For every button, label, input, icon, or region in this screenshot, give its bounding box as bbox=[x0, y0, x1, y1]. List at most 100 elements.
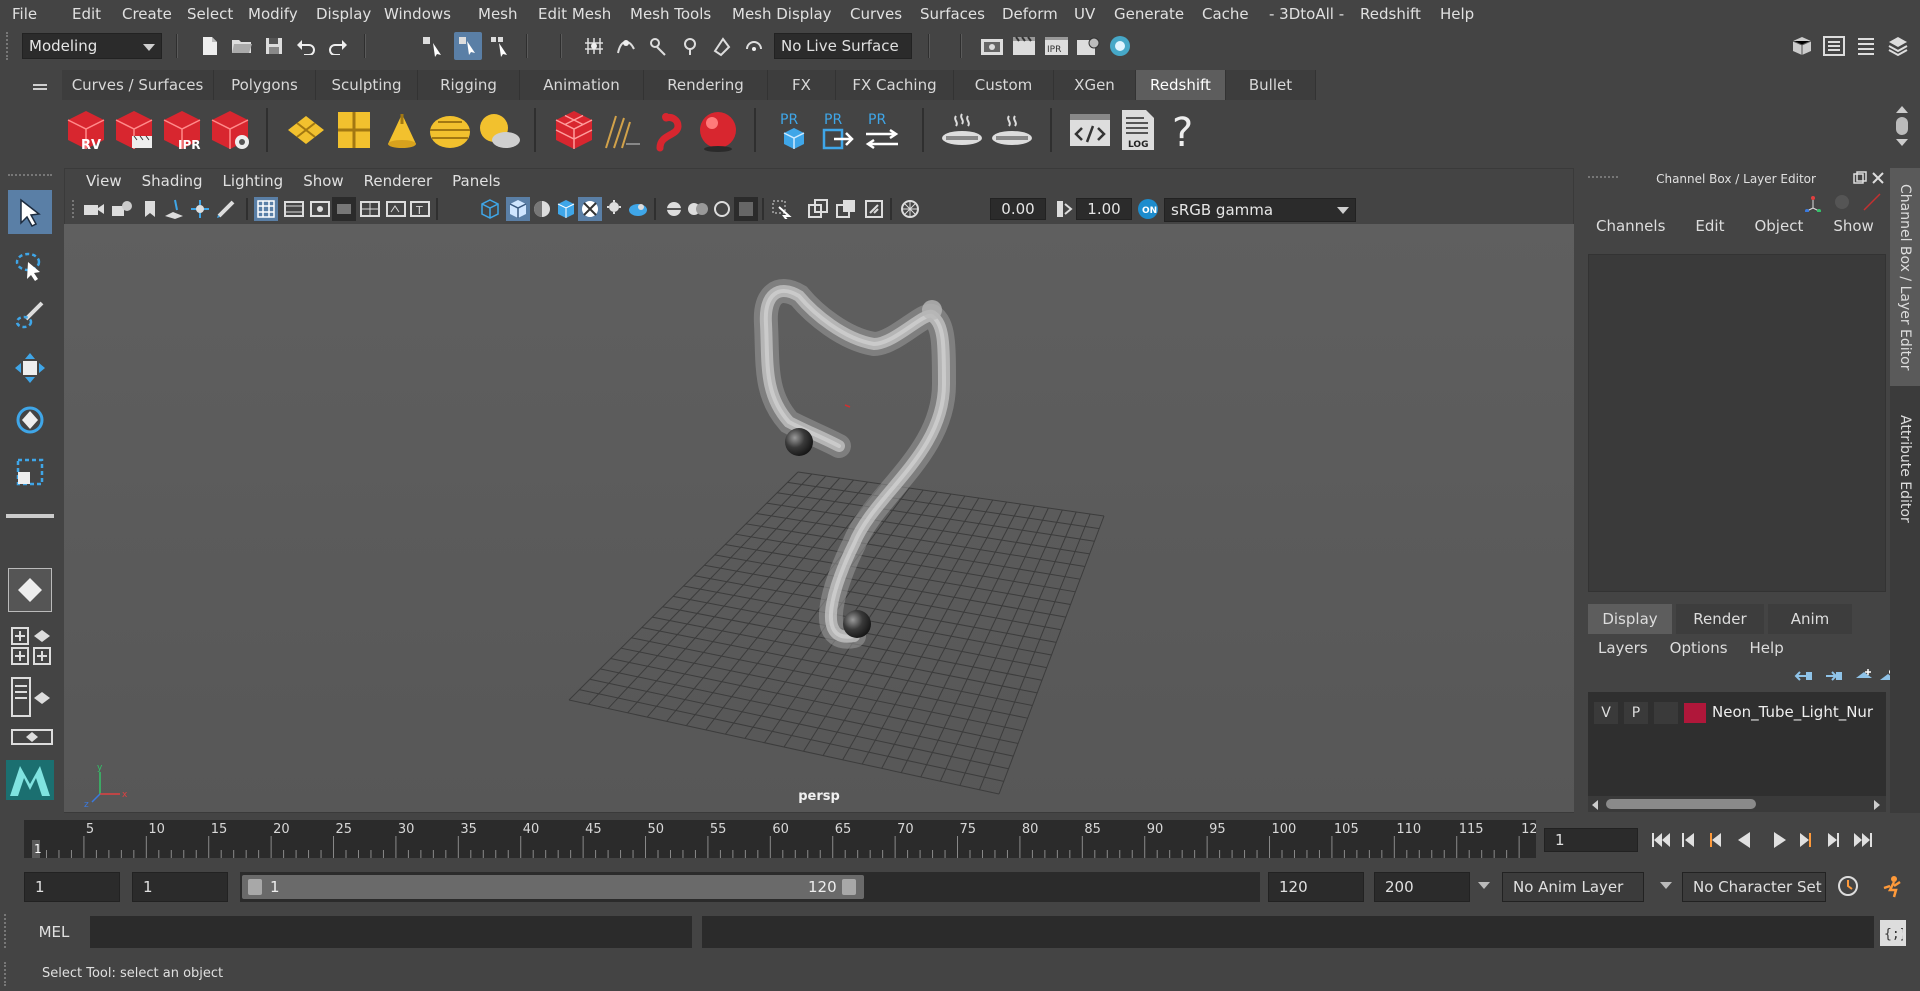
redshift-portal-light-icon[interactable] bbox=[332, 108, 376, 152]
paint-select-tool-icon[interactable] bbox=[8, 294, 52, 338]
redshift-proxy-icon[interactable] bbox=[552, 108, 596, 152]
snap-grid-icon[interactable] bbox=[582, 34, 606, 58]
step-forward-key-icon[interactable] bbox=[1800, 833, 1811, 847]
menu-uv[interactable]: UV bbox=[1064, 5, 1105, 23]
channel-box-toggle-icon[interactable] bbox=[1822, 34, 1846, 58]
hypershade-icon[interactable] bbox=[1108, 34, 1132, 58]
tab-channel-box[interactable]: Channel Box / Layer Editor bbox=[1890, 168, 1920, 386]
screen-space-ao-icon[interactable] bbox=[626, 197, 650, 221]
play-forward-icon[interactable] bbox=[1774, 832, 1786, 848]
shelf-tab-curves-surfaces[interactable]: Curves / Surfaces bbox=[62, 70, 214, 100]
motion-blur-icon[interactable] bbox=[662, 197, 686, 221]
menu-create[interactable]: Create bbox=[112, 5, 182, 23]
range-slider-start-grip[interactable] bbox=[248, 879, 262, 895]
shelf-tab-rendering[interactable]: Rendering bbox=[644, 70, 768, 100]
render-view-icon[interactable] bbox=[980, 34, 1004, 58]
shelf-tab-animation[interactable]: Animation bbox=[520, 70, 644, 100]
step-back-key-icon[interactable] bbox=[1710, 833, 1721, 847]
redshift-render-view-icon[interactable]: RV bbox=[64, 108, 108, 153]
chevron-down-icon[interactable] bbox=[1478, 882, 1490, 889]
snap-point-icon[interactable] bbox=[646, 34, 670, 58]
channel-box-menu-edit[interactable]: Edit bbox=[1695, 217, 1724, 235]
snap-view-plane-icon[interactable] bbox=[710, 34, 734, 58]
film-gate-icon[interactable] bbox=[282, 197, 306, 221]
auto-key-icon[interactable] bbox=[1836, 874, 1860, 898]
chevron-down-icon[interactable] bbox=[1660, 882, 1672, 889]
layer-row[interactable]: V P Neon_Tube_Light_Nur bbox=[1594, 702, 1886, 726]
go-to-end-icon[interactable] bbox=[1854, 833, 1872, 847]
start-time-field[interactable]: 1 bbox=[24, 872, 120, 902]
shelf-tab-bullet[interactable]: Bullet bbox=[1226, 70, 1316, 100]
maya-logo-icon[interactable] bbox=[6, 760, 54, 800]
viewport-menu-view[interactable]: View bbox=[76, 172, 132, 190]
layer-menu-options[interactable]: Options bbox=[1670, 639, 1728, 657]
undo-icon[interactable] bbox=[294, 34, 318, 58]
mode-menu[interactable]: Modeling bbox=[22, 33, 162, 59]
layout-more-icon[interactable] bbox=[10, 728, 54, 752]
layer-tab-render[interactable]: Render bbox=[1676, 604, 1764, 634]
redshift-curve-icon[interactable] bbox=[648, 108, 692, 152]
grid-toggle-icon[interactable] bbox=[254, 197, 278, 221]
image-plane-icon[interactable] bbox=[162, 197, 186, 221]
shelf-tab-custom[interactable]: Custom bbox=[954, 70, 1054, 100]
grip-handle[interactable] bbox=[6, 32, 18, 60]
time-slider-track[interactable]: 5 10 15 20 25 30 35 40 45 50 55 60 65 70 75 80 85 90 95 100… bbox=[24, 820, 1538, 858]
redshift-render-options-icon[interactable] bbox=[208, 108, 252, 152]
shelf-tab-sculpting[interactable]: Sculpting bbox=[316, 70, 418, 100]
snap-projected-center-icon[interactable] bbox=[678, 34, 702, 58]
move-tool-icon[interactable] bbox=[8, 346, 52, 390]
xray-joints-icon[interactable] bbox=[806, 197, 830, 221]
field-chart-icon[interactable] bbox=[358, 197, 382, 221]
wireframe-icon[interactable] bbox=[478, 197, 502, 221]
rotate-tool-icon[interactable] bbox=[8, 398, 52, 442]
channel-list[interactable] bbox=[1588, 254, 1886, 592]
live-surface-field[interactable]: No Live Surface bbox=[774, 33, 912, 59]
character-set-menu[interactable]: No Character Set bbox=[1682, 872, 1826, 902]
redshift-log-icon[interactable]: LOG bbox=[1116, 108, 1160, 152]
bookmark-icon[interactable] bbox=[138, 197, 162, 221]
resolution-gate-icon[interactable] bbox=[308, 197, 332, 221]
shelf-scroll[interactable] bbox=[1896, 106, 1908, 156]
render-frame-icon[interactable] bbox=[1012, 34, 1036, 58]
shelf-tab-redshift[interactable]: Redshift bbox=[1136, 70, 1226, 100]
view-transform-toggle-icon[interactable]: ON bbox=[1136, 197, 1160, 221]
save-scene-icon[interactable] bbox=[262, 34, 286, 58]
tab-attribute-editor[interactable]: Attribute Editor bbox=[1890, 394, 1920, 544]
shadows-icon[interactable] bbox=[602, 197, 626, 221]
multisample-aa-icon[interactable] bbox=[686, 197, 710, 221]
viewport-menu-shading[interactable]: Shading bbox=[132, 172, 213, 190]
two-d-pan-icon[interactable] bbox=[188, 197, 212, 221]
depth-of-field-icon[interactable] bbox=[710, 197, 734, 221]
tool-settings-toggle-icon[interactable] bbox=[1854, 34, 1878, 58]
lasso-tool-icon[interactable] bbox=[8, 244, 52, 288]
menu-deform[interactable]: Deform bbox=[992, 5, 1068, 23]
step-forward-frame-icon[interactable] bbox=[1828, 833, 1839, 847]
animation-preferences-icon[interactable] bbox=[1880, 874, 1904, 898]
redshift-sun-sky-icon[interactable] bbox=[476, 108, 520, 152]
menu-redshift[interactable]: Redshift bbox=[1350, 5, 1431, 23]
float-panel-icon[interactable] bbox=[1852, 170, 1868, 186]
menu-file[interactable]: File bbox=[2, 5, 47, 23]
redo-icon[interactable] bbox=[326, 34, 350, 58]
menu-surfaces[interactable]: Surfaces bbox=[910, 5, 995, 23]
move-layer-down-icon[interactable] bbox=[1822, 664, 1846, 688]
layer-list-scrollbar[interactable] bbox=[1588, 796, 1886, 812]
textured-icon[interactable] bbox=[554, 197, 578, 221]
end-time-field[interactable]: 200 bbox=[1374, 872, 1470, 902]
new-scene-icon[interactable] bbox=[198, 34, 222, 58]
layer-display-type-toggle[interactable] bbox=[1654, 702, 1678, 724]
redshift-bake-icon[interactable] bbox=[940, 108, 984, 152]
range-slider-end-grip[interactable] bbox=[842, 879, 856, 895]
shelf-tab-fx[interactable]: FX bbox=[768, 70, 836, 100]
isolate-select-icon[interactable] bbox=[734, 197, 758, 221]
perspective-viewport[interactable]: y x z persp bbox=[64, 224, 1574, 812]
menu-mesh[interactable]: Mesh bbox=[468, 5, 528, 23]
color-space-menu[interactable]: sRGB gamma bbox=[1164, 198, 1356, 222]
xray-icon[interactable] bbox=[770, 197, 794, 221]
viewport-menu-renderer[interactable]: Renderer bbox=[354, 172, 442, 190]
pr-swap-icon[interactable]: PR bbox=[860, 108, 904, 152]
move-layer-up-icon[interactable] bbox=[1792, 664, 1816, 688]
menu-select[interactable]: Select bbox=[177, 5, 243, 23]
redshift-script-editor-icon[interactable] bbox=[1068, 108, 1112, 152]
make-live-icon[interactable] bbox=[742, 34, 766, 58]
